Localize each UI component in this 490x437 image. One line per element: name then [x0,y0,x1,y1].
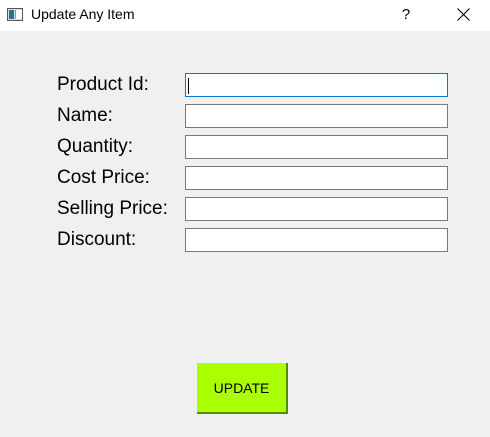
selling-price-input[interactable] [185,197,448,221]
cost-price-input[interactable] [185,166,448,190]
product-id-label: Product Id: [57,74,149,95]
window-title: Update Any Item [31,6,135,22]
discount-label: Discount: [57,229,137,250]
discount-input[interactable] [185,228,448,252]
window-icon [7,8,23,21]
close-button[interactable] [444,0,482,31]
quantity-input[interactable] [185,135,448,159]
quantity-label: Quantity: [57,136,134,157]
update-button[interactable]: UPDATE [197,363,288,414]
help-button[interactable]: ? [392,0,420,31]
name-input[interactable] [185,104,448,128]
selling-price-label: Selling Price: [57,198,168,219]
text-caret [188,78,189,94]
cost-price-label: Cost Price: [57,167,150,188]
close-icon [457,8,470,21]
name-label: Name: [57,105,113,126]
title-bar[interactable]: Update Any Item ? [0,0,490,31]
product-id-input[interactable] [185,73,448,97]
